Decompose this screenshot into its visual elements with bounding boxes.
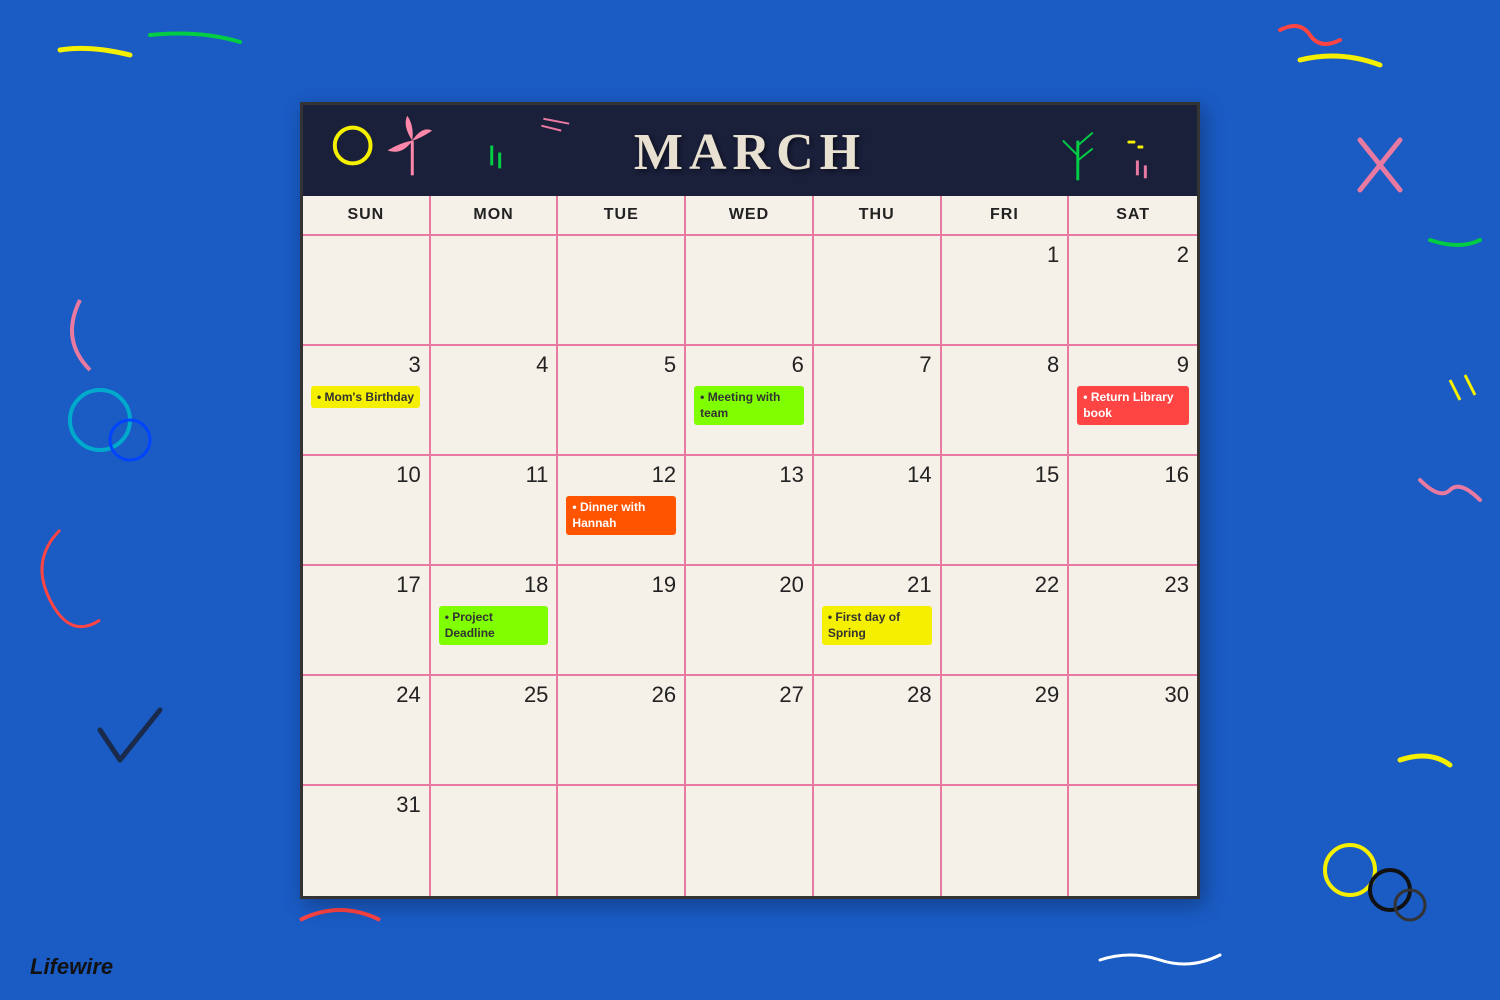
calendar-cell[interactable] xyxy=(942,786,1070,896)
calendar-cell[interactable]: 12 Dinner with Hannah xyxy=(558,456,686,566)
calendar-cell[interactable] xyxy=(1069,786,1197,896)
calendar-cell[interactable]: 8 xyxy=(942,346,1070,456)
calendar-cell[interactable]: 31 xyxy=(303,786,431,896)
calendar-event[interactable]: Meeting with team xyxy=(694,386,804,426)
calendar-cell[interactable]: 4 xyxy=(431,346,559,456)
day-number: 13 xyxy=(694,462,804,488)
day-name-mon: MON xyxy=(431,196,559,234)
day-number: 16 xyxy=(1077,462,1189,488)
calendar-cell[interactable] xyxy=(431,786,559,896)
calendar-cell[interactable] xyxy=(686,786,814,896)
calendar-event[interactable]: Project Deadline xyxy=(439,606,549,646)
calendar-cell[interactable]: 20 xyxy=(686,566,814,676)
calendar-cell[interactable]: 11 xyxy=(431,456,559,566)
calendar-header: MARCH xyxy=(303,105,1197,196)
days-header: SUNMONTUEWEDTHUFRISAT xyxy=(303,196,1197,236)
day-number: 5 xyxy=(566,352,676,378)
calendar-cell[interactable]: 28 xyxy=(814,676,942,786)
day-number: 12 xyxy=(566,462,676,488)
day-number: 22 xyxy=(950,572,1060,598)
calendar-event[interactable]: Mom's Birthday xyxy=(311,386,420,409)
calendar-event[interactable]: Dinner with Hannah xyxy=(566,496,676,536)
day-number: 6 xyxy=(694,352,804,378)
day-number: 27 xyxy=(694,682,804,708)
day-number: 7 xyxy=(822,352,932,378)
day-number: 10 xyxy=(311,462,421,488)
calendar-cell[interactable] xyxy=(686,236,814,346)
day-number: 29 xyxy=(950,682,1060,708)
calendar-cell[interactable]: 29 xyxy=(942,676,1070,786)
calendar-cell[interactable]: 22 xyxy=(942,566,1070,676)
day-number: 4 xyxy=(439,352,549,378)
calendar-cell[interactable]: 17 xyxy=(303,566,431,676)
day-number: 28 xyxy=(822,682,932,708)
day-name-sun: SUN xyxy=(303,196,431,234)
calendar-cell[interactable]: 9 Return Library book xyxy=(1069,346,1197,456)
calendar-event[interactable]: First day of Spring xyxy=(822,606,932,646)
day-number: 24 xyxy=(311,682,421,708)
calendar-cell[interactable]: 19 xyxy=(558,566,686,676)
calendar-cell[interactable] xyxy=(303,236,431,346)
day-number: 31 xyxy=(311,792,421,818)
calendar-cell[interactable]: 7 xyxy=(814,346,942,456)
day-number: 19 xyxy=(566,572,676,598)
day-number: 9 xyxy=(1077,352,1189,378)
day-name-wed: WED xyxy=(686,196,814,234)
calendar-cell[interactable]: 13 xyxy=(686,456,814,566)
day-number: 14 xyxy=(822,462,932,488)
day-number: 25 xyxy=(439,682,549,708)
calendar-cell[interactable]: 27 xyxy=(686,676,814,786)
day-number: 2 xyxy=(1077,242,1189,268)
calendar-cell[interactable]: 18 Project Deadline xyxy=(431,566,559,676)
day-number: 18 xyxy=(439,572,549,598)
day-number: 26 xyxy=(566,682,676,708)
calendar-cell[interactable] xyxy=(558,786,686,896)
calendar-cell[interactable]: 23 xyxy=(1069,566,1197,676)
calendar-cell[interactable]: 1 xyxy=(942,236,1070,346)
calendar-cell[interactable]: 2 xyxy=(1069,236,1197,346)
day-number: 1 xyxy=(950,242,1060,268)
day-name-thu: THU xyxy=(814,196,942,234)
calendar-cell[interactable] xyxy=(814,236,942,346)
day-number: 15 xyxy=(950,462,1060,488)
calendar-cell[interactable]: 24 xyxy=(303,676,431,786)
calendar-cell[interactable] xyxy=(558,236,686,346)
calendar-cell[interactable]: 30 xyxy=(1069,676,1197,786)
calendar-cell[interactable] xyxy=(431,236,559,346)
calendar-grid: 123Mom's Birthday456Meeting with team789… xyxy=(303,236,1197,896)
calendar-cell[interactable]: 3 Mom's Birthday xyxy=(303,346,431,456)
calendar-cell[interactable]: 14 xyxy=(814,456,942,566)
day-name-fri: FRI xyxy=(942,196,1070,234)
day-number: 23 xyxy=(1077,572,1189,598)
calendar-cell[interactable]: 5 xyxy=(558,346,686,456)
month-title: MARCH xyxy=(634,123,866,182)
calendar: MARCH SUNMONTUEWEDTHUFRISAT 123Mom's Bir… xyxy=(300,102,1200,899)
calendar-cell[interactable]: 26 xyxy=(558,676,686,786)
day-number: 11 xyxy=(439,462,549,488)
calendar-cell[interactable]: 16 xyxy=(1069,456,1197,566)
calendar-cell[interactable]: 6 Meeting with team xyxy=(686,346,814,456)
day-number: 20 xyxy=(694,572,804,598)
calendar-event[interactable]: Return Library book xyxy=(1077,386,1189,426)
calendar-cell[interactable]: 25 xyxy=(431,676,559,786)
calendar-cell[interactable]: 10 xyxy=(303,456,431,566)
day-number: 21 xyxy=(822,572,932,598)
day-number: 8 xyxy=(950,352,1060,378)
day-name-sat: SAT xyxy=(1069,196,1197,234)
day-number: 30 xyxy=(1077,682,1189,708)
day-number: 17 xyxy=(311,572,421,598)
calendar-cell[interactable]: 15 xyxy=(942,456,1070,566)
day-number: 3 xyxy=(311,352,421,378)
calendar-cell[interactable]: 21 First day of Spring xyxy=(814,566,942,676)
brand-label: Lifewire xyxy=(30,954,113,980)
day-name-tue: TUE xyxy=(558,196,686,234)
calendar-cell[interactable] xyxy=(814,786,942,896)
